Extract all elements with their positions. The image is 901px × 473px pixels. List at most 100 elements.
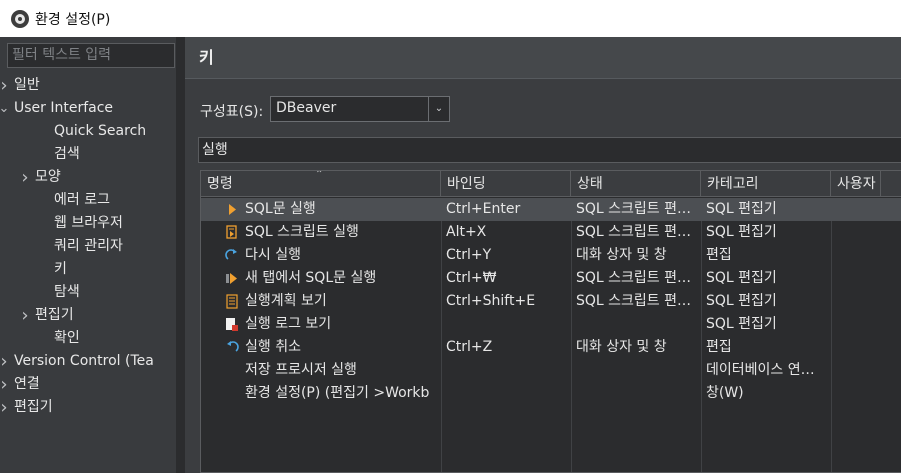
sidebar-item-label: 키: [54, 261, 67, 277]
sidebar-item-label: 일반: [14, 77, 40, 93]
table-row[interactable]: 실행 로그 보기 SQL 편집기: [201, 313, 901, 336]
explain-plan-icon: [225, 294, 239, 309]
command-label: 환경 설정(P) (편집기 >Workb: [245, 385, 430, 401]
category-cell: SQL 편집기: [706, 270, 777, 286]
dbeaver-app-icon: [11, 9, 29, 28]
sidebar-item[interactable]: Quick Search: [0, 120, 176, 143]
category-cell: 창(W): [706, 385, 744, 401]
chevron-down-icon[interactable]: ⌄: [428, 97, 449, 121]
sidebar-item[interactable]: 탐색: [0, 281, 176, 304]
preferences-sidebar: 필터 텍스트 입력 › 일반 ⌄ User Interface Quick Search…: [0, 37, 185, 473]
sidebar-scrollbar[interactable]: [176, 37, 185, 473]
command-cell: 실행 취소: [201, 336, 441, 359]
status-cell: [571, 313, 701, 336]
status-cell: 대화 상자 및 창: [576, 247, 667, 263]
table-row[interactable]: 새 탭에서 SQL문 실행 Ctrl+₩ SQL 스크립트 편… SQL 편집기: [201, 267, 901, 290]
status-cell: [571, 382, 701, 405]
chevron-right-icon[interactable]: ›: [0, 396, 11, 419]
run-script-icon: [225, 225, 239, 240]
preferences-tree: › 일반 ⌄ User Interface Quick Search 검색 › 모양 에러 로그…: [0, 74, 176, 419]
command-cell: 다시 실행: [201, 244, 441, 267]
command-cell: SQL문 실행: [201, 198, 441, 221]
sidebar-item-label: 모양: [35, 169, 61, 185]
sidebar-item[interactable]: 쿼리 관리자: [0, 235, 176, 258]
category-cell: SQL 편집기: [706, 224, 777, 240]
scheme-select[interactable]: DBeaver ⌄: [270, 96, 450, 122]
command-cell: 실행계획 보기: [201, 290, 441, 313]
sidebar-item[interactable]: › Version Control (Tea: [0, 350, 176, 373]
sidebar-item[interactable]: 키: [0, 258, 176, 281]
sidebar-item-label: 탐색: [54, 284, 80, 300]
command-label: 실행 취소: [245, 339, 301, 355]
sidebar-item-label: 쿼리 관리자: [54, 238, 123, 254]
page-title: 키: [185, 37, 901, 79]
status-cell: SQL 스크립트 편…: [576, 224, 692, 240]
sidebar-item[interactable]: 확인: [0, 327, 176, 350]
table-row[interactable]: 실행계획 보기 Ctrl+Shift+E SQL 스크립트 편… SQL 편집기: [201, 290, 901, 313]
command-cell: 실행 로그 보기: [201, 313, 441, 336]
sidebar-item[interactable]: 웹 브라우저: [0, 212, 176, 235]
command-cell: 새 탭에서 SQL문 실행: [201, 267, 441, 290]
sidebar-item-label: 에러 로그: [54, 192, 110, 208]
binding-cell: Ctrl+Shift+E: [446, 293, 536, 309]
status-cell: 대화 상자 및 창: [576, 339, 667, 355]
sidebar-item[interactable]: › 편집기: [0, 396, 176, 419]
sidebar-item[interactable]: 에러 로그: [0, 189, 176, 212]
sidebar-item-label: Version Control (Tea: [14, 353, 154, 369]
column-header-status[interactable]: 상태: [571, 171, 701, 197]
command-label: 저장 프로시저 실행: [245, 362, 357, 378]
column-header-command[interactable]: 명령 ⌃: [201, 171, 441, 197]
table-header: 명령 ⌃ 바인딩 상태 카테고리 사용자: [201, 171, 901, 197]
window-title: 환경 설정(P): [35, 11, 111, 28]
window-title-bar: 환경 설정(P): [0, 0, 901, 37]
table-body: SQL문 실행 Ctrl+Enter SQL 스크립트 편… SQL 편집기 SQL 스…: [201, 198, 901, 405]
table-row[interactable]: SQL문 실행 Ctrl+Enter SQL 스크립트 편… SQL 편집기: [201, 198, 901, 221]
status-cell: SQL 스크립트 편…: [576, 293, 692, 309]
execution-log-icon: [225, 317, 239, 332]
category-cell: 편집: [706, 247, 732, 263]
filter-input[interactable]: 필터 텍스트 입력: [7, 43, 175, 68]
table-row[interactable]: 환경 설정(P) (편집기 >Workb 창(W): [201, 382, 901, 405]
table-row[interactable]: 실행 취소 Ctrl+Z 대화 상자 및 창 편집: [201, 336, 901, 359]
binding-cell: Ctrl+Y: [446, 247, 492, 263]
sidebar-item-label: 확인: [54, 330, 80, 346]
chevron-down-icon[interactable]: ⌄: [0, 97, 11, 120]
sidebar-item-label: 검색: [54, 146, 80, 162]
command-label: 다시 실행: [245, 247, 301, 263]
table-row[interactable]: 다시 실행 Ctrl+Y 대화 상자 및 창 편집: [201, 244, 901, 267]
chevron-right-icon[interactable]: ›: [0, 74, 11, 97]
scheme-select-value: DBeaver: [276, 100, 337, 116]
sidebar-item[interactable]: › 편집기: [0, 304, 176, 327]
sidebar-item[interactable]: ⌄ User Interface: [0, 97, 176, 120]
column-header-binding[interactable]: 바인딩: [441, 171, 571, 197]
table-row[interactable]: SQL 스크립트 실행 Alt+X SQL 스크립트 편… SQL 편집기: [201, 221, 901, 244]
category-cell: SQL 편집기: [706, 201, 777, 217]
chevron-right-icon[interactable]: ›: [0, 373, 11, 396]
sidebar-item-label: 편집기: [14, 399, 53, 415]
binding-cell: [441, 382, 571, 405]
command-label: SQL문 실행: [245, 201, 316, 217]
sidebar-item[interactable]: 검색: [0, 143, 176, 166]
category-cell: 편집: [706, 339, 732, 355]
redo-icon: [225, 248, 239, 263]
chevron-right-icon[interactable]: ›: [18, 304, 32, 327]
command-cell: 환경 설정(P) (편집기 >Workb: [201, 382, 441, 405]
category-cell: SQL 편집기: [706, 293, 777, 309]
command-label: 실행계획 보기: [245, 293, 327, 309]
sidebar-item-label: Quick Search: [54, 123, 147, 139]
column-header-category[interactable]: 카테고리: [701, 171, 831, 197]
command-cell: SQL 스크립트 실행: [201, 221, 441, 244]
preferences-content: 키 구성표(S): DBeaver ⌄ 실행 명령 ⌃ 바인딩 상태 카테고리 …: [185, 37, 901, 473]
column-header-user[interactable]: 사용자: [831, 171, 881, 197]
chevron-right-icon[interactable]: ›: [18, 166, 32, 189]
sidebar-item[interactable]: › 모양: [0, 166, 176, 189]
sidebar-item[interactable]: › 일반: [0, 74, 176, 97]
sidebar-item-label: User Interface: [14, 100, 114, 116]
keys-search-input[interactable]: 실행: [198, 137, 901, 163]
sidebar-item[interactable]: › 연결: [0, 373, 176, 396]
status-cell: [571, 359, 701, 382]
status-cell: SQL 스크립트 편…: [576, 201, 692, 217]
table-row[interactable]: 저장 프로시저 실행 데이터베이스 연…: [201, 359, 901, 382]
keys-table: 명령 ⌃ 바인딩 상태 카테고리 사용자 SQL문 실행 Ctrl+Enter SQ…: [200, 170, 901, 473]
chevron-right-icon[interactable]: ›: [0, 350, 11, 373]
